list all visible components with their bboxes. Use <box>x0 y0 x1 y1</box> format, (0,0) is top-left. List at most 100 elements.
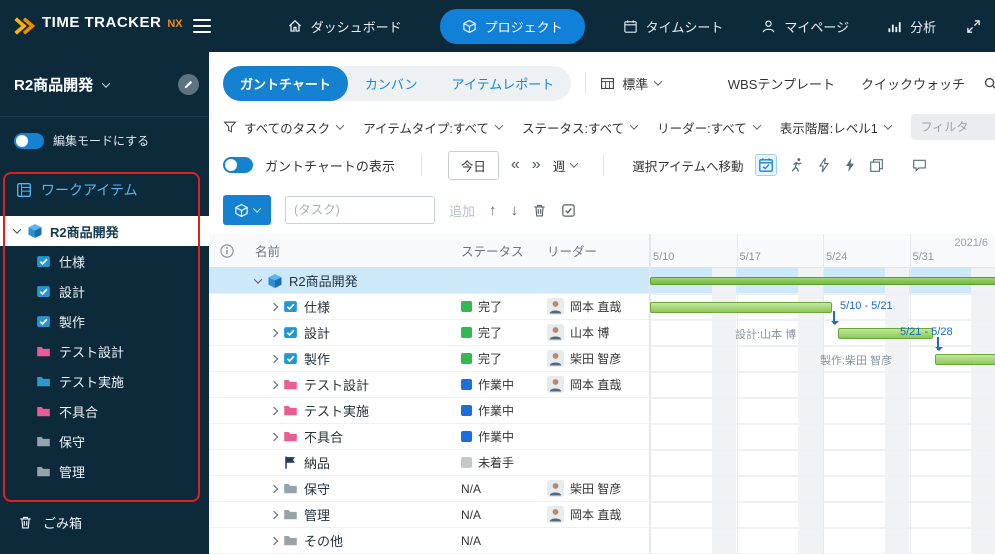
time-scale-dropdown[interactable]: 週 <box>553 156 579 175</box>
task-blue-icon <box>283 351 298 366</box>
filter-dropdown-2[interactable]: リーダー:すべて <box>657 118 761 137</box>
nav-item-calendar[interactable]: タイムシート <box>623 17 724 36</box>
tree-item-label: 仕様 <box>59 254 86 270</box>
tree-item-label: 製作 <box>59 314 86 330</box>
add-item-type-button[interactable] <box>223 195 271 225</box>
main-content: ガントチャート カンバン アイテムレポート 標準 WBSテンプレート クイックウォッチ… <box>209 52 995 554</box>
gantt-date-label: 5/24 <box>826 251 848 263</box>
view-tab[interactable]: カンバン <box>348 66 435 101</box>
gantt-bar[interactable] <box>650 302 832 313</box>
gantt-visibility-toggle[interactable] <box>223 157 253 173</box>
copy-icon[interactable] <box>869 158 884 173</box>
status-text: 作業中 <box>478 404 515 418</box>
nav-label: タイムシート <box>645 19 724 35</box>
chevron-right-icon[interactable] <box>269 380 279 389</box>
row-name: 保守 <box>304 482 331 497</box>
chevron-right-icon[interactable] <box>269 536 279 545</box>
header-link[interactable]: クイックウォッチ <box>861 74 965 93</box>
nav-item-cube[interactable]: プロジェクト <box>439 8 585 44</box>
comment-icon[interactable] <box>912 158 927 173</box>
chevron-right-icon[interactable] <box>269 302 279 311</box>
view-preset-dropdown[interactable]: 標準 <box>600 74 663 93</box>
lightning-outline-icon[interactable] <box>817 157 831 173</box>
divider <box>0 116 209 117</box>
sidebar-tree-item[interactable]: 不具合 <box>0 396 209 426</box>
nav-item-chart[interactable]: 分析 <box>887 17 936 36</box>
nav-item-person[interactable]: マイページ <box>761 17 849 36</box>
status-text: 完了 <box>478 352 503 366</box>
nav-item-home[interactable]: ダッシュボード <box>287 17 402 36</box>
task-blue-icon <box>36 314 51 329</box>
divider <box>420 154 422 176</box>
chevron-right-icon[interactable] <box>269 328 279 337</box>
move-up-icon[interactable]: ↑ <box>489 202 497 219</box>
today-button[interactable]: 今日 <box>447 150 499 180</box>
edit-mode-toggle[interactable] <box>14 132 44 149</box>
logo-icon <box>12 14 36 38</box>
chevron-right-icon[interactable] <box>269 406 279 415</box>
add-button[interactable]: 追加 <box>449 201 475 220</box>
runner-icon[interactable] <box>789 157 805 173</box>
folder-blue-icon <box>36 374 51 389</box>
gantt-date-label: 5/31 <box>912 251 934 263</box>
schedule-calendar-icon[interactable] <box>755 154 778 176</box>
column-header-name[interactable]: 名前 <box>245 234 461 267</box>
home-icon <box>287 18 303 34</box>
delete-icon[interactable] <box>532 203 547 218</box>
chevron-right-icon[interactable] <box>269 354 279 363</box>
sidebar-tree-item[interactable]: 管理 <box>0 456 209 486</box>
sidebar-tree-item[interactable]: 保守 <box>0 426 209 456</box>
trash-button[interactable]: ごみ箱 <box>18 513 82 532</box>
view-tab[interactable]: ガントチャート <box>223 65 348 101</box>
sidebar-tree-item[interactable]: テスト設計 <box>0 336 209 366</box>
gantt-bar-date-label: 5/21 - 5/28 <box>900 326 953 338</box>
filter-dropdown-1[interactable]: ステータス:すべて <box>522 118 639 137</box>
column-header-status[interactable]: ステータス <box>461 234 547 267</box>
sidebar-tree-item[interactable]: 製作 <box>0 306 209 336</box>
filter-dropdown-3[interactable]: 表示階層:レベル1 <box>780 118 892 137</box>
column-header-leader[interactable]: リーダー <box>547 234 649 267</box>
new-task-input[interactable] <box>285 196 435 224</box>
edit-project-button[interactable] <box>178 74 199 95</box>
sidebar-tree-item[interactable]: 設計 <box>0 276 209 306</box>
cube-icon <box>462 19 477 34</box>
info-icon[interactable] <box>219 243 235 259</box>
sidebar-tree-item[interactable]: 仕様 <box>0 246 209 276</box>
chevron-down-icon <box>569 159 579 168</box>
chevron-right-icon[interactable] <box>269 432 279 441</box>
sidebar-tree-item[interactable]: テスト実施 <box>0 366 209 396</box>
status-text: 作業中 <box>478 378 515 392</box>
task-blue-icon <box>283 299 298 314</box>
row-name: R2商品開発 <box>289 274 358 289</box>
move-to-selected-button[interactable]: 選択アイテムへ移動 <box>632 156 743 175</box>
project-selector[interactable]: R2商品開発 <box>14 74 199 95</box>
sidebar-tree-root[interactable]: R2商品開発 <box>0 216 209 246</box>
chevron-right-icon[interactable] <box>269 484 279 493</box>
next-period-button[interactable]: » <box>532 157 541 173</box>
search-icon[interactable] <box>983 76 995 91</box>
filter-search-box[interactable] <box>910 114 995 140</box>
hamburger-menu-icon[interactable] <box>192 15 219 37</box>
leader-name: 岡本 直哉 <box>570 378 622 392</box>
project-icon <box>267 273 283 289</box>
task-filter-dropdown[interactable]: すべてのタスク <box>223 118 345 137</box>
filter-search-input[interactable] <box>910 114 995 140</box>
chevron-down-icon[interactable] <box>253 274 263 284</box>
divider <box>603 154 605 176</box>
filter-dropdown-0[interactable]: アイテムタイプ:すべて <box>363 118 504 137</box>
chevron-right-icon[interactable] <box>269 510 279 519</box>
header-link[interactable]: WBSテンプレート <box>728 74 835 93</box>
gantt-bar[interactable] <box>935 354 995 365</box>
tree-item-label: テスト実施 <box>59 374 125 390</box>
status-color-square <box>461 405 472 416</box>
fullscreen-expand-icon[interactable] <box>966 19 981 34</box>
row-name: 設計 <box>304 326 331 341</box>
gantt-bar[interactable] <box>650 277 995 285</box>
prev-period-button[interactable]: « <box>511 157 520 173</box>
move-down-icon[interactable]: ↓ <box>511 202 519 219</box>
view-tab[interactable]: アイテムレポート <box>435 66 572 101</box>
chevron-down-icon <box>654 77 663 86</box>
multi-select-icon[interactable] <box>561 203 576 218</box>
work-items-header[interactable]: ワークアイテム <box>16 180 138 200</box>
lightning-filled-icon[interactable] <box>843 157 857 173</box>
